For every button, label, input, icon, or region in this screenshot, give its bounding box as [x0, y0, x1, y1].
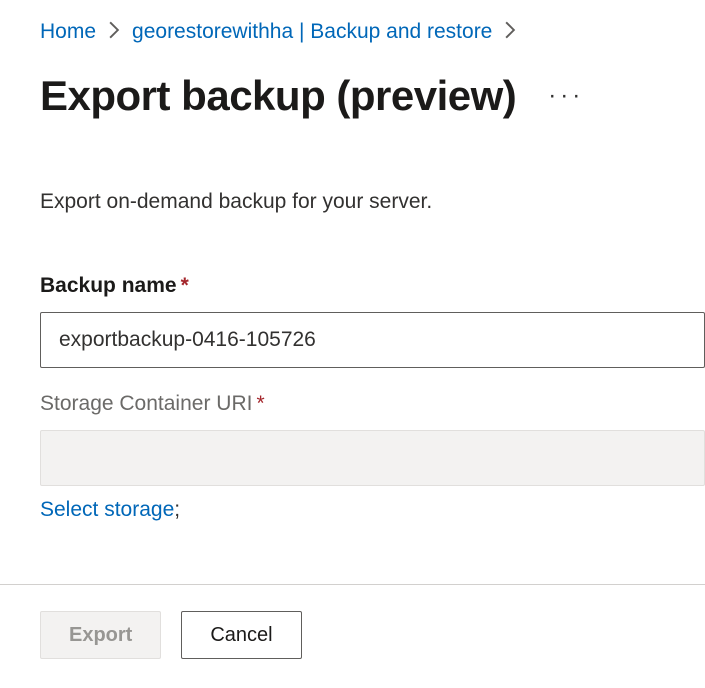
footer: Export Cancel [0, 584, 705, 688]
breadcrumb-home[interactable]: Home [40, 20, 96, 44]
backup-name-label: Backup name* [40, 274, 705, 298]
storage-uri-input [40, 430, 705, 486]
more-actions-button[interactable]: ··· [540, 82, 592, 110]
breadcrumb-resource[interactable]: georestorewithha | Backup and restore [132, 20, 492, 44]
select-storage-link[interactable]: Select storage [40, 498, 174, 521]
page-title: Export backup (preview) [40, 72, 516, 120]
chevron-right-icon [504, 21, 516, 44]
page-description: Export on-demand backup for your server. [40, 190, 705, 214]
backup-name-input[interactable] [40, 312, 705, 368]
export-button[interactable]: Export [40, 611, 161, 659]
chevron-right-icon [108, 21, 120, 44]
storage-uri-label: Storage Container URI* [40, 392, 705, 416]
cancel-button[interactable]: Cancel [181, 611, 301, 659]
select-storage-row: Select storage; [40, 498, 705, 522]
breadcrumb: Home georestorewithha | Backup and resto… [40, 20, 705, 44]
